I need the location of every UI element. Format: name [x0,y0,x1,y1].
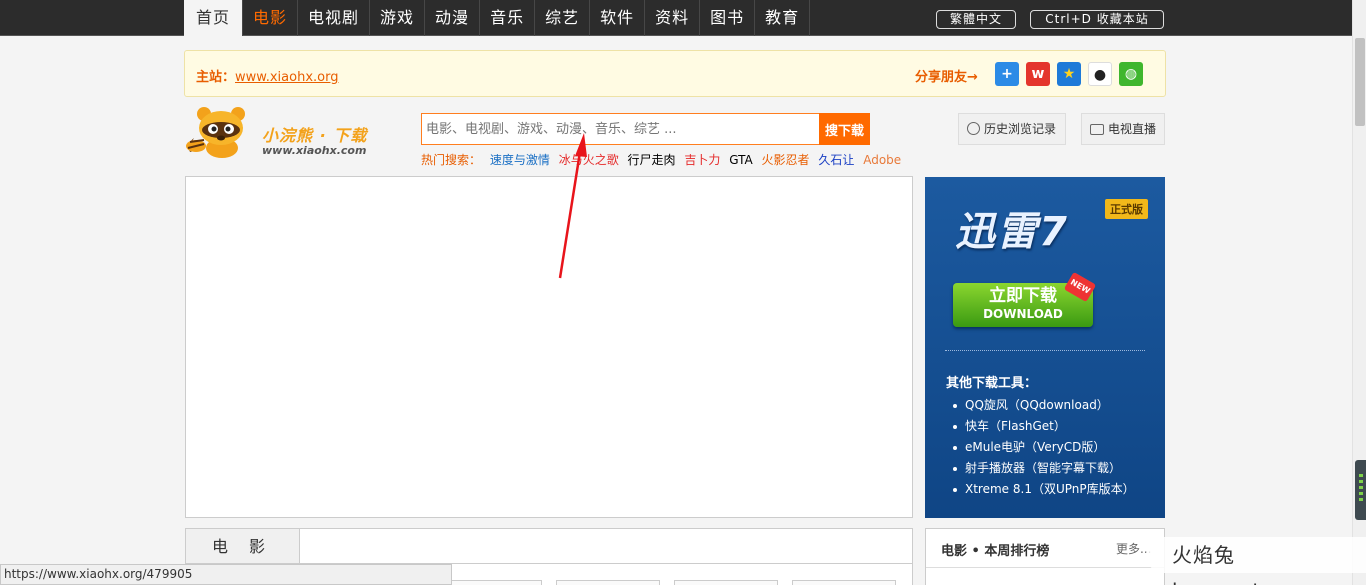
other-tools-title: 其他下载工具： [946,376,1038,391]
nav-books[interactable]: 图书 [700,0,756,36]
nav-games[interactable]: 游戏 [370,0,426,36]
share-label: 分享朋友→ [915,70,978,85]
ranking-divider [926,567,1164,568]
tool-item[interactable]: eMule电驴（VeryCD版） [951,437,1135,458]
weibo-icon[interactable]: w [1026,62,1050,86]
search-box: 搜下载 [421,113,870,145]
nav-software[interactable]: 软件 [590,0,646,36]
main-site-link[interactable]: www.xiaohx.org [235,70,338,85]
status-bar: https://www.xiaohx.org/479905 [0,564,452,585]
main-banner-area [185,176,913,518]
notice-bar: 主站：www.xiaohx.org 分享朋友→ + w ★ ● ◍ [184,50,1166,97]
history-label: 历史浏览记录 [984,122,1057,136]
scrollbar-thumb[interactable] [1355,38,1365,126]
logo-url: www.xiaohx.com [262,144,367,157]
main-nav: 首页 电影 电视剧 游戏 动漫 音乐 综艺 软件 资料 图书 教育 [184,0,811,36]
nav-anime[interactable]: 动漫 [425,0,481,36]
wechat-icon[interactable]: ◍ [1119,62,1143,86]
other-tools-list: QQ旋风（QQdownload） 快车（FlashGet） eMule电驴（Ve… [951,395,1135,500]
main-site-prefix: 主站： [196,70,236,85]
tool-item[interactable]: 快车（FlashGet） [951,416,1135,437]
qzone-icon[interactable]: ★ [1057,62,1081,86]
tv-icon [1090,124,1104,135]
hot-search-item[interactable]: 速度与激情 [490,153,550,167]
tool-item[interactable]: QQ旋风（QQdownload） [951,395,1135,416]
site-logo[interactable]: 小浣熊 · 下载 www.xiaohx.com [184,100,384,164]
nav-movie[interactable]: 电影 [243,0,299,36]
hot-search-item[interactable]: 吉卜力 [684,153,720,167]
hot-search-item[interactable]: Adobe [863,153,901,167]
search-button[interactable]: 搜下载 [819,113,870,145]
hot-search-item[interactable]: 久石让 [818,153,854,167]
ad-download-en: DOWNLOAD [983,307,1063,321]
nav-tv-series[interactable]: 电视剧 [298,0,371,36]
weekly-ranking: 电影 • 本周排行榜 更多... [925,528,1165,585]
hot-searches: 热门搜索： 速度与激情 冰与火之歌 行尸走肉 吉卜力 GTA 火影忍者 久石让 … [421,151,906,168]
tool-item[interactable]: 射手播放器（智能字幕下载） [951,458,1135,479]
tab-movie[interactable]: 电 影 [186,529,300,564]
bookmark-button[interactable]: Ctrl+D 收藏本站 [1030,10,1164,29]
watermark: 火焰兔 huoyantu.com [1146,537,1366,585]
qq-icon[interactable]: ● [1088,62,1112,86]
hot-search-item[interactable]: 冰与火之歌 [559,153,619,167]
hot-search-item[interactable]: 行尸走肉 [628,153,676,167]
nav-resources[interactable]: 资料 [645,0,701,36]
movie-thumbnail[interactable] [674,580,778,585]
nav-education[interactable]: 教育 [755,0,811,36]
nav-music[interactable]: 音乐 [480,0,536,36]
tv-live-label: 电视直播 [1108,122,1157,136]
ranking-title: 电影 • 本周排行榜 [941,544,1050,559]
movie-thumbnail[interactable] [556,580,660,585]
ad-badge: 正式版 [1105,199,1148,219]
edge-widget[interactable] [1355,460,1366,520]
top-nav-bar: 首页 电影 电视剧 游戏 动漫 音乐 综艺 软件 资料 图书 教育 繁體中文 C… [0,0,1352,36]
search-input[interactable] [421,113,820,145]
ad-title: 迅雷7 [955,209,1069,255]
hot-search-label: 热门搜索： [421,153,482,167]
ad-divider [945,350,1145,351]
history-button[interactable]: 历史浏览记录 [958,113,1066,145]
logo-title: 小浣熊 · 下载 [262,126,368,145]
tv-live-button[interactable]: 电视直播 [1081,113,1165,145]
tool-item[interactable]: Xtreme 8.1（双UPnP库版本） [951,479,1135,500]
hot-search-item[interactable]: GTA [729,153,752,167]
clock-icon [967,122,980,135]
raccoon-logo-icon [186,107,245,158]
traditional-chinese-button[interactable]: 繁體中文 [936,10,1016,29]
thunder-ad[interactable]: 迅雷7 正式版 立即下载 DOWNLOAD NEW 其他下载工具： QQ旋风（Q… [925,177,1165,518]
movie-thumbnail[interactable] [792,580,896,585]
nav-variety[interactable]: 综艺 [535,0,591,36]
main-site-label: 主站：www.xiaohx.org [196,66,338,85]
share-plus-icon[interactable]: + [995,62,1019,86]
hot-search-item[interactable]: 火影忍者 [762,153,810,167]
nav-home[interactable]: 首页 [184,0,243,36]
